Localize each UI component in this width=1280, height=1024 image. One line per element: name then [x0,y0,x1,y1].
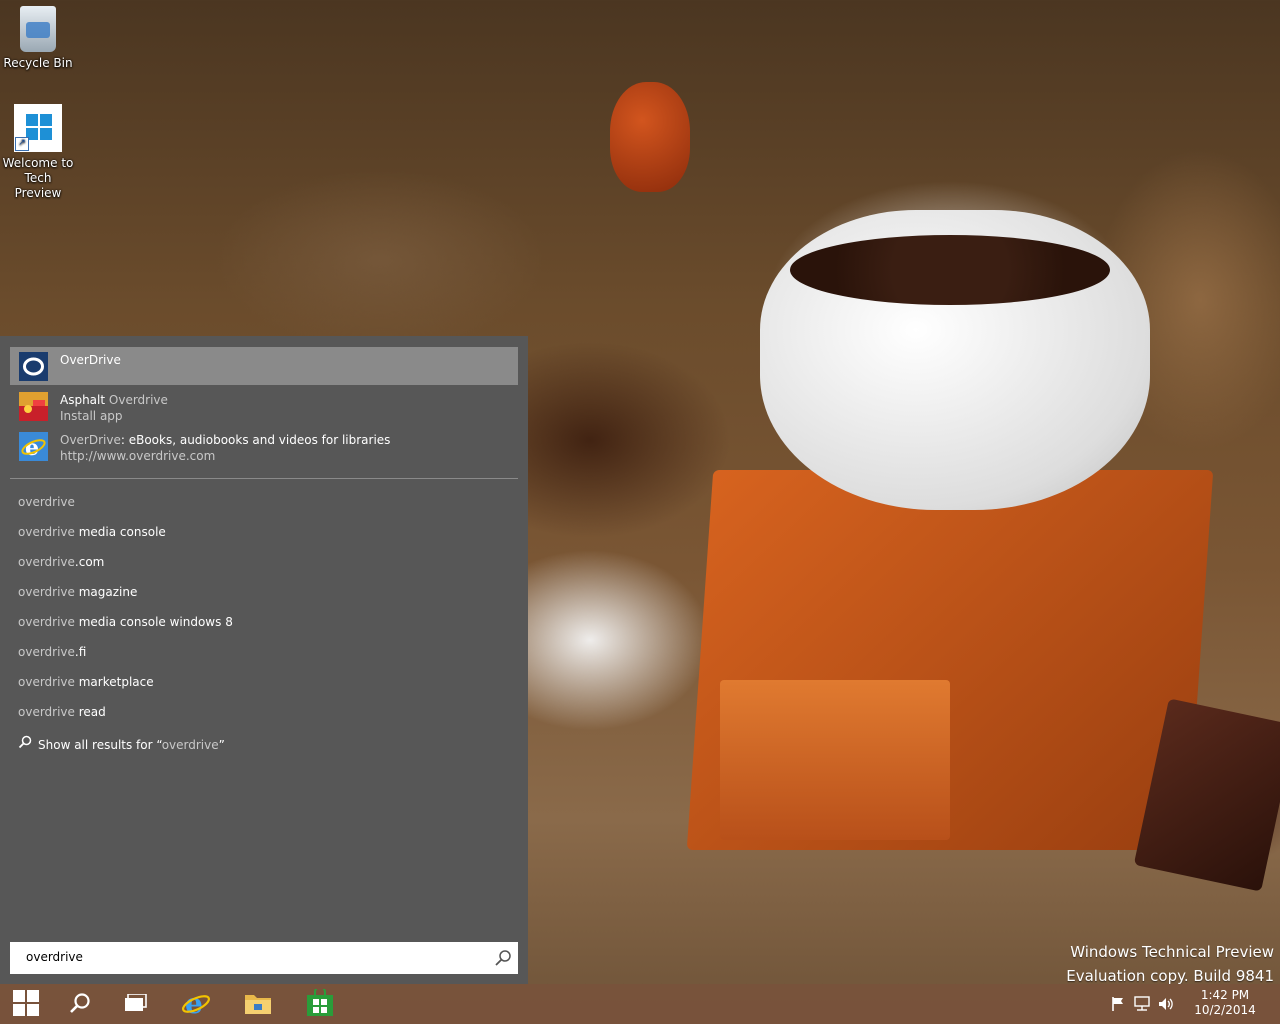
search-box [10,942,518,974]
store-icon [306,985,334,1020]
clock-date: 10/2/2014 [1194,1003,1256,1017]
file-explorer-button[interactable] [232,984,284,1024]
asphalt-game-icon [19,392,48,421]
search-suggestion[interactable]: overdrive media console [18,525,166,539]
desktop-icon-label: Recycle Bin [3,56,73,70]
search-result-subtitle: Install app [60,409,123,423]
wallpaper-grinder-drawer [720,680,950,840]
search-result-title: OverDrive [60,353,121,367]
search-suggestion[interactable]: overdrive read [18,705,106,719]
desktop-icon-label-line2: Tech Preview [14,171,62,200]
watermark-line1: Windows Technical Preview [1070,943,1274,961]
clock-time: 1:42 PM [1200,988,1250,1002]
search-icon [18,735,32,752]
search-result-title: OverDrive: eBooks, audiobooks and videos… [60,433,391,447]
desktop-icon-label-line1: Welcome to [2,156,74,170]
wallpaper-coffee-beans [790,235,1110,305]
windows-logo-icon: ↗ [14,104,62,152]
search-suggestion[interactable]: overdrive magazine [18,585,137,599]
search-result-title: Asphalt Overdrive [60,393,168,407]
search-button[interactable] [54,984,106,1024]
wallpaper-chocolate [1133,698,1280,892]
task-view-icon [124,992,148,1015]
internet-explorer-button[interactable]: e [170,984,222,1024]
windows-start-icon [13,989,39,1019]
search-result-overdrive-web[interactable]: e OverDrive: eBooks, audiobooks and vide… [10,427,518,465]
search-suggestion[interactable]: overdrive [18,495,75,509]
volume-icon[interactable] [1158,996,1174,1012]
results-divider [10,478,518,479]
search-suggestion[interactable]: overdrive marketplace [18,675,154,689]
store-button[interactable] [294,984,346,1024]
search-go-icon[interactable] [494,949,512,967]
network-icon[interactable] [1134,996,1150,1012]
folder-icon [244,991,272,1018]
search-suggestion[interactable]: overdrive.com [18,555,104,569]
search-suggestion[interactable]: overdrive media console windows 8 [18,615,233,629]
wallpaper-grinder-box [686,470,1214,850]
search-input[interactable] [26,948,466,966]
desktop-icon-welcome[interactable]: ↗ Welcome to Tech Preview [0,104,76,201]
recycle-bin-icon [20,6,56,52]
search-panel: OverDrive Asphalt Overdrive Install app … [0,336,528,984]
search-icon [69,992,91,1017]
wallpaper-grinder-knob [610,82,690,192]
internet-explorer-icon: e [181,987,211,1021]
evaluation-watermark: Windows Technical Preview Evaluation cop… [1066,940,1274,988]
taskbar: e 1:42 PM 10/2/2014 [0,984,1280,1024]
search-result-url: http://www.overdrive.com [60,449,216,463]
start-button[interactable] [0,984,52,1024]
show-all-results-link[interactable]: Show all results for “overdrive” [18,735,225,752]
search-suggestion[interactable]: overdrive.fi [18,645,86,659]
internet-explorer-icon: e [19,432,48,461]
search-result-overdrive-app[interactable]: OverDrive [10,347,518,385]
overdrive-app-icon [19,352,48,381]
svg-text:e: e [25,435,39,461]
desktop-icon-recycle-bin[interactable]: Recycle Bin [0,6,76,71]
wallpaper-grinder-bowl [760,210,1150,510]
task-view-button[interactable] [110,984,162,1024]
action-center-flag-icon[interactable] [1110,996,1126,1012]
system-tray: 1:42 PM 10/2/2014 [1100,984,1280,1024]
search-result-asphalt[interactable]: Asphalt Overdrive Install app [10,387,518,425]
clock[interactable]: 1:42 PM 10/2/2014 [1190,988,1260,1018]
shortcut-arrow-icon: ↗ [15,137,29,151]
